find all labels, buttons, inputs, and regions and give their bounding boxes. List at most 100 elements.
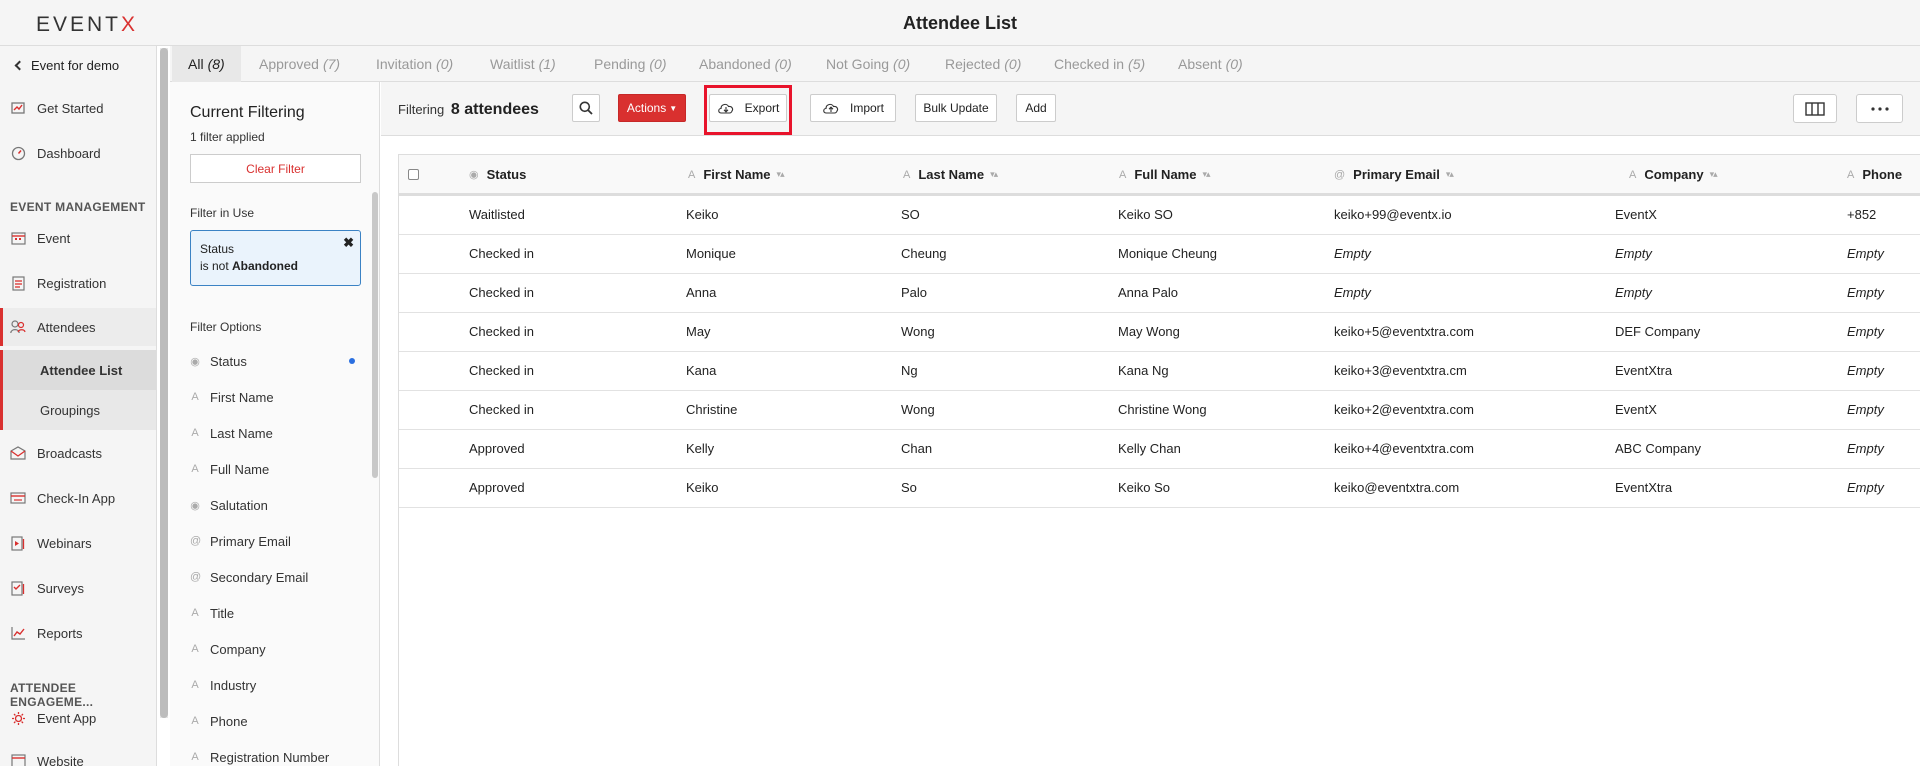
filter-option-last-name[interactable]: A Last Name	[190, 422, 361, 444]
sidebar-item-surveys[interactable]: Surveys	[0, 569, 156, 607]
table-row[interactable]: Waitlisted Keiko SO Keiko SO keiko+99@ev…	[399, 196, 1920, 235]
cell-phone: Empty	[1847, 285, 1884, 300]
sort-icon[interactable]: ▾▴	[1710, 169, 1718, 180]
filter-panel-scrollbar[interactable]	[372, 192, 378, 478]
cell-phone: Empty	[1847, 363, 1884, 378]
mail-icon	[10, 445, 26, 461]
table-row[interactable]: Approved Kelly Chan Kelly Chan keiko+4@e…	[399, 430, 1920, 469]
table-header: ◉ Status A First Name ▾▴ A Last Name ▾▴ A Full…	[399, 154, 1920, 196]
tab-rejected[interactable]: Rejected (0)	[945, 46, 1021, 82]
sidebar-item-webinars[interactable]: Webinars	[0, 524, 156, 562]
filter-option-status[interactable]: ◉ Status	[190, 350, 361, 372]
table-row[interactable]: Checked in Monique Cheung Monique Cheung…	[399, 235, 1920, 274]
filter-option-phone[interactable]: A Phone	[190, 710, 361, 732]
cell-last-name: So	[901, 480, 917, 495]
column-header-last-name[interactable]: A Last Name ▾▴	[903, 167, 998, 182]
columns-toggle-button[interactable]	[1793, 94, 1837, 123]
select-all-checkbox[interactable]	[408, 169, 419, 180]
filter-option-primary-email[interactable]: @ Primary Email	[190, 530, 361, 552]
text-field-icon: A	[903, 168, 911, 181]
remove-filter-icon[interactable]: ✖	[343, 234, 354, 251]
tab-absent[interactable]: Absent (0)	[1178, 46, 1243, 82]
cell-last-name: Palo	[901, 285, 928, 300]
flag-chart-icon	[10, 100, 26, 116]
sidebar-item-get-started[interactable]: Get Started	[0, 89, 156, 127]
column-header-company[interactable]: A Company ▾▴	[1629, 167, 1718, 182]
more-options-button[interactable]	[1856, 94, 1903, 123]
columns-icon	[1805, 101, 1825, 116]
tab-pending[interactable]: Pending (0)	[594, 46, 667, 82]
sidebar-subitem-groupings[interactable]: Groupings	[0, 390, 156, 430]
sidebar-scrollbar-thumb[interactable]	[160, 48, 168, 718]
gauge-icon	[10, 145, 26, 161]
cell-full-name: Christine Wong	[1118, 402, 1207, 417]
sidebar-item-event[interactable]: Event	[0, 219, 156, 257]
survey-icon	[10, 580, 26, 596]
sort-icon[interactable]: ▾▴	[1202, 169, 1210, 180]
filter-option-industry[interactable]: A Industry	[190, 674, 361, 696]
filter-option-registration-number[interactable]: A Registration Number	[190, 746, 361, 766]
section-event-management: EVENT MANAGEMENT	[10, 200, 146, 214]
table-row[interactable]: Checked in Christine Wong Christine Wong…	[399, 391, 1920, 430]
import-button[interactable]: Import	[810, 94, 896, 122]
filter-option-secondary-email[interactable]: @ Secondary Email	[190, 566, 361, 588]
actions-dropdown-button[interactable]: Actions ▼	[618, 94, 686, 122]
filter-option-title[interactable]: A Title	[190, 602, 361, 624]
table-row[interactable]: Checked in Anna Palo Anna Palo Empty Emp…	[399, 274, 1920, 313]
column-header-first-name[interactable]: A First Name ▾▴	[688, 167, 785, 182]
status-tabs: All (8) Approved (7) Invitation (0) Waitlis…	[170, 46, 1920, 82]
filtering-summary: Filtering 8 attendees	[398, 101, 539, 118]
column-header-phone[interactable]: A Phone	[1847, 167, 1902, 182]
tab-invitation[interactable]: Invitation (0)	[376, 46, 453, 82]
export-highlight-box	[704, 85, 792, 135]
sidebar-subitem-attendee-list[interactable]: Attendee List	[0, 350, 156, 390]
column-header-full-name[interactable]: A Full Name ▾▴	[1119, 167, 1211, 182]
clear-filter-button[interactable]: Clear Filter	[190, 154, 361, 183]
sidebar-scrollbar[interactable]	[160, 48, 168, 718]
text-field-icon: A	[191, 463, 199, 475]
bulk-update-button[interactable]: Bulk Update	[915, 94, 997, 122]
sidebar-item-website[interactable]: Website	[0, 742, 156, 766]
column-header-status[interactable]: ◉ Status	[469, 167, 526, 182]
cell-first-name: Anna	[686, 285, 717, 300]
filter-option-full-name[interactable]: A Full Name	[190, 458, 361, 480]
table-row[interactable]: Checked in Kana Ng Kana Ng keiko+3@event…	[399, 352, 1920, 391]
cell-first-name: Kana	[686, 363, 717, 378]
text-field-icon: A	[1119, 168, 1127, 181]
cell-company: ABC Company	[1615, 441, 1701, 456]
sidebar-item-broadcasts[interactable]: Broadcasts	[0, 434, 156, 472]
table-row[interactable]: Checked in May Wong May Wong keiko+5@eve…	[399, 313, 1920, 352]
selected-dot-icon	[349, 358, 355, 364]
sidebar-item-event-app[interactable]: Event App	[0, 699, 156, 737]
sort-icon[interactable]: ▾▴	[990, 169, 998, 180]
sidebar-item-registration[interactable]: Registration	[0, 264, 156, 302]
users-icon	[10, 319, 26, 335]
tab-all[interactable]: All (8)	[172, 46, 241, 82]
tab-waitlist[interactable]: Waitlist (1)	[490, 46, 556, 82]
add-button[interactable]: Add	[1016, 94, 1056, 122]
sidebar-item-attendees[interactable]: Attendees	[0, 308, 156, 346]
tab-approved[interactable]: Approved (7)	[259, 46, 340, 82]
report-icon	[10, 625, 26, 641]
back-to-event-link[interactable]: Event for demo	[14, 58, 119, 73]
search-button[interactable]	[572, 94, 600, 122]
filter-option-company[interactable]: A Company	[190, 638, 361, 660]
form-icon	[10, 275, 26, 291]
tab-abandoned[interactable]: Abandoned (0)	[699, 46, 792, 82]
tab-not-going[interactable]: Not Going (0)	[826, 46, 910, 82]
sidebar-item-checkin-app[interactable]: Check-In App	[0, 479, 156, 517]
cell-full-name: Keiko So	[1118, 480, 1171, 495]
app-icon	[10, 710, 26, 726]
filter-option-first-name[interactable]: A First Name	[190, 386, 361, 408]
cell-first-name: Kelly	[686, 441, 715, 456]
tab-checked-in[interactable]: Checked in (5)	[1054, 46, 1145, 82]
sort-icon[interactable]: ▾▴	[777, 169, 785, 180]
column-header-primary-email[interactable]: @ Primary Email ▾▴	[1334, 167, 1454, 182]
sidebar-item-reports[interactable]: Reports	[0, 614, 156, 652]
sort-icon[interactable]: ▾▴	[1446, 169, 1454, 180]
filter-option-salutation[interactable]: ◉ Salutation	[190, 494, 361, 516]
table-row[interactable]: Approved Keiko So Keiko So keiko@eventxt…	[399, 469, 1920, 508]
cell-phone: Empty	[1847, 441, 1884, 456]
sidebar-item-dashboard[interactable]: Dashboard	[0, 134, 156, 172]
active-filter-chip[interactable]: ✖ Status is not Abandoned	[190, 230, 361, 286]
